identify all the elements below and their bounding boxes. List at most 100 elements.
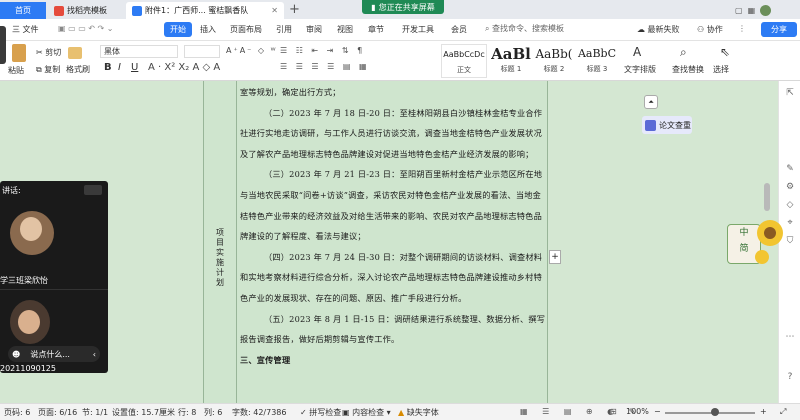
font-size-select[interactable] [184, 45, 220, 58]
text-effect-icon[interactable]: A · X² X₂ A ◇ A [148, 62, 220, 73]
style-h2-label: 标题 2 [543, 65, 565, 73]
chevron-left-icon[interactable]: ‹ [93, 350, 96, 359]
side-label: 项目实施计划 [216, 228, 224, 287]
user-avatar[interactable] [760, 4, 772, 16]
menu-file[interactable]: 三 文件 [12, 24, 39, 35]
meeting-window[interactable]: 讲话: 学三班梁欣怡 ☻ 说点什么... ‹ 20211090125 [0, 181, 108, 373]
tab-references[interactable]: 引用 [276, 24, 292, 35]
zoom-slider-knob[interactable] [711, 408, 719, 416]
chat-placeholder: 说点什么... [30, 349, 70, 359]
search-input[interactable]: ⌕ 查找命令、搜索模板 [485, 23, 630, 37]
find-replace-icon[interactable]: ⌕ [680, 45, 687, 60]
participant-id-2: 20211090125 [0, 364, 56, 373]
tab-devtools[interactable]: 开发工具 [402, 24, 434, 35]
word-doc-icon [132, 5, 142, 16]
document-content[interactable]: 室等规划，确定出行方式； （二）2023 年 7 月 18 日-20 日：至桂林… [240, 82, 546, 370]
text-layout-icon[interactable]: A [633, 45, 641, 59]
edit-icon[interactable]: ✎ [784, 163, 796, 175]
scrollbar-thumb[interactable] [764, 183, 770, 211]
underline-icon[interactable]: U [131, 62, 138, 73]
tab-start[interactable]: 开始 [164, 22, 192, 37]
bold-icon[interactable]: B [104, 62, 112, 73]
meeting-participant-1: 讲话: 学三班梁欣怡 [0, 181, 108, 289]
missing-font-button[interactable]: ▲ 缺失字体 [398, 407, 439, 418]
tab-review[interactable]: 审阅 [306, 24, 322, 35]
style-heading2[interactable]: AaBb(标题 2 [531, 44, 577, 78]
status-words[interactable]: 字数: 42/7386 [232, 407, 286, 418]
paste-label[interactable]: 粘贴 [8, 65, 24, 76]
cursor-icon[interactable]: ⇖ [720, 45, 730, 59]
tab-member[interactable]: 会员 [451, 24, 467, 35]
style-icon[interactable]: ◇ [784, 199, 796, 211]
select-label[interactable]: 选择 [713, 64, 729, 75]
font-grow-icon[interactable]: A⁺A⁻ ◇ ᵂ [226, 46, 278, 55]
style-heading3[interactable]: AaBbC 标题 3 [574, 44, 620, 78]
adjust-icon[interactable]: ⚙ [784, 181, 796, 193]
chat-input[interactable]: ☻ 说点什么... ‹ [8, 346, 100, 362]
spellcheck-button[interactable]: ✓ 拼写检查 ▾ [300, 407, 348, 418]
status-page[interactable]: 页码: 6 [4, 407, 30, 418]
paper-check-button[interactable]: 论文查重 [642, 116, 692, 134]
status-col: 列: 6 [204, 408, 223, 417]
cut-button[interactable]: ✂ 剪切 [36, 47, 61, 58]
status-pages[interactable]: 页面: 6/16 [38, 407, 77, 418]
emoji-icon[interactable]: ☻ [12, 350, 20, 359]
zoom-level[interactable]: 100% [626, 407, 649, 416]
align-icons[interactable]: ☰ ☰ ☰ ☰ ▤ ▦ [280, 62, 370, 71]
tab-template[interactable]: 找稻壳模板 [48, 2, 124, 19]
zoom-icon[interactable]: ⊟ [610, 407, 617, 416]
paste-icon[interactable] [12, 44, 26, 62]
tab-view[interactable]: 视图 [337, 24, 353, 35]
collab-icon: ⚇ [697, 25, 705, 34]
collab-button[interactable]: ⚇ 协作 [697, 24, 723, 35]
style-h3-preview: AaBbC [577, 47, 617, 60]
text-layout-label[interactable]: 文字排版 [624, 64, 656, 75]
add-row-icon[interactable]: + [549, 250, 561, 264]
screen-share-banner[interactable]: ▮ 您正在共享屏幕 [362, 0, 444, 14]
new-tab-icon[interactable]: + [289, 2, 300, 17]
help-icon[interactable]: ? [784, 371, 796, 383]
signal-icon: ▮ [371, 2, 376, 12]
fullscreen-icon[interactable]: ⤢ [780, 407, 786, 417]
zoom-out-icon[interactable]: − [654, 407, 661, 416]
collapse-up-icon[interactable]: ⏶ [644, 95, 658, 109]
sync-status[interactable]: ☁ 最新失败 [637, 24, 680, 35]
copy-button[interactable]: ⧉ 复制 [36, 64, 60, 75]
style-heading1[interactable]: AaBl 标题 1 [488, 44, 534, 78]
more-icon[interactable]: ⋮ [738, 24, 746, 33]
zoom-slider[interactable] [665, 412, 755, 414]
status-bar: 页码: 6 页面: 6/16 节: 1/1 设置值: 15.7厘米 行: 8 列… [0, 403, 800, 420]
tab-chapter[interactable]: 章节 [368, 24, 384, 35]
format-painter-label[interactable]: 格式刷 [66, 64, 90, 75]
collapse-handle[interactable] [0, 26, 6, 64]
style-normal[interactable]: AaBbCcDc 正文 [441, 44, 487, 78]
tab-document-label: 附件1：广西师... 蜜桔飘香队 [145, 6, 249, 15]
menu-bar: 三 文件 ▣ ▭ ▭ ↶ ↷ ⌄ 开始 插入 页面布局 引用 审阅 视图 章节 … [0, 19, 800, 41]
grid-icon[interactable]: ▦ [748, 6, 756, 15]
paragraph-3: （四）2023 年 7 月 24 日-30 日：对整个调研期间的访谈材料、调查材… [240, 251, 543, 303]
tab-home[interactable]: 首页 [0, 2, 46, 19]
view-mode-icons[interactable]: ▦ ☰ ▤ ⊕ ◐ ✎ [520, 407, 641, 416]
save-icon[interactable]: ▣ ▭ ▭ ↶ ↷ ⌄ [58, 24, 114, 33]
tab-layout[interactable]: 页面布局 [230, 24, 262, 35]
location-icon[interactable]: ⌖ [784, 217, 796, 229]
italic-icon[interactable]: I [118, 62, 121, 73]
tab-insert[interactable]: 插入 [200, 24, 216, 35]
share-button[interactable]: 分享 [761, 22, 797, 37]
content-check-button[interactable]: ▣ 内容检查 ▾ [342, 407, 391, 418]
sidebar-top-icon[interactable]: ⇱ [784, 87, 796, 99]
shield-icon[interactable]: ⛉ [784, 235, 796, 247]
tab-template-label: 找稻壳模板 [67, 6, 107, 15]
format-painter-icon[interactable] [68, 47, 82, 59]
tab-document[interactable]: 附件1：广西师... 蜜桔飘香队 ✕ [126, 2, 284, 19]
font-select[interactable]: 黑体 [100, 45, 178, 58]
find-replace-label[interactable]: 查找替换 [672, 64, 704, 75]
section-heading: 三、宣传管理 [240, 354, 291, 365]
zoom-in-icon[interactable]: + [760, 407, 767, 416]
ribbon: 粘贴 ✂ 剪切 ⧉ 复制 格式刷 黑体 A⁺A⁻ ◇ ᵂ B I U A · X… [0, 41, 800, 81]
list-icons[interactable]: ☰ ☷ ⇤ ⇥ ⇅ ¶ [280, 46, 365, 55]
close-tab-icon[interactable]: ✕ [271, 6, 278, 15]
layout-icon[interactable]: ▢ [735, 6, 743, 15]
sidebar-more-icon[interactable]: ⋯ [784, 331, 796, 343]
assistant-sticker[interactable]: 中 简 [727, 220, 783, 270]
